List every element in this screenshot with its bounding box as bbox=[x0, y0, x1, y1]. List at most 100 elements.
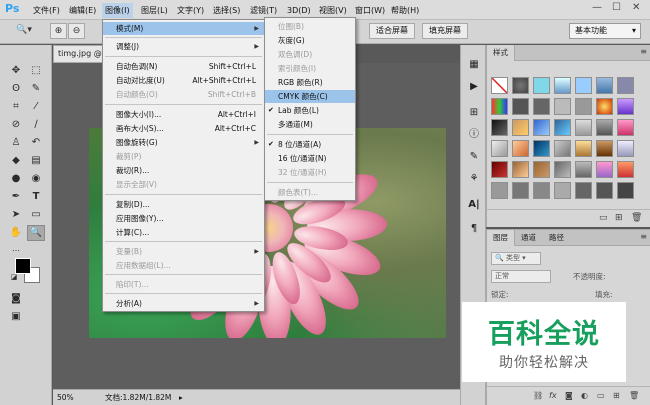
style-swatch[interactable] bbox=[512, 119, 529, 136]
style-swatch[interactable] bbox=[491, 140, 508, 157]
new-layer-icon[interactable]: ⊞ bbox=[613, 391, 620, 400]
mask-icon[interactable]: ◙ bbox=[565, 391, 573, 400]
style-swatch[interactable] bbox=[596, 119, 613, 136]
delete-icon[interactable]: 🗑 bbox=[629, 391, 639, 400]
history-brush-tool-icon[interactable]: ↶ bbox=[27, 135, 45, 151]
menu-item-apply-image[interactable]: 应用图像(Y)... bbox=[103, 212, 264, 225]
menu-file[interactable]: 文件(F) bbox=[30, 3, 63, 18]
menu-select[interactable]: 选择(S) bbox=[210, 3, 243, 18]
minimize-icon[interactable]: — bbox=[592, 2, 602, 13]
link-icon[interactable]: ⛓ bbox=[533, 391, 543, 400]
crop-tool-icon[interactable]: ⌗ bbox=[7, 99, 25, 115]
dodge-tool-icon[interactable]: ◉ bbox=[27, 171, 45, 187]
style-swatch[interactable] bbox=[575, 161, 592, 178]
brush-tool-icon[interactable]: ∕ bbox=[27, 117, 45, 133]
marquee-tool-icon[interactable]: ⬚ bbox=[27, 63, 45, 79]
new-style-icon[interactable]: ⊞ bbox=[615, 213, 623, 223]
move-tool-icon[interactable]: ✥ bbox=[7, 63, 25, 79]
style-swatch[interactable] bbox=[554, 77, 571, 94]
menu-filter[interactable]: 滤镜(T) bbox=[247, 3, 280, 18]
mode-item-8-bit[interactable]: ✔ 8 位/通道(A) bbox=[265, 138, 355, 151]
mode-item-lab-color[interactable]: ✔ Lab 颜色(L) bbox=[265, 104, 355, 117]
menu-item-auto-tone[interactable]: 自动色调(N) Shift+Ctrl+L bbox=[103, 60, 264, 73]
menu-item-image-size[interactable]: 图像大小(I)... Alt+Ctrl+I bbox=[103, 108, 264, 121]
style-swatch[interactable] bbox=[617, 77, 634, 94]
style-swatch[interactable] bbox=[512, 182, 529, 199]
style-swatch[interactable] bbox=[554, 161, 571, 178]
menu-image[interactable]: 图像(I) bbox=[102, 3, 133, 18]
folder-icon[interactable]: ▭ bbox=[599, 213, 608, 223]
workspace-select[interactable]: 基本功能 ▾ bbox=[569, 23, 641, 39]
fill-screen-button[interactable]: 填充屏幕 bbox=[422, 23, 468, 39]
style-swatch[interactable] bbox=[596, 161, 613, 178]
menu-view[interactable]: 视图(V) bbox=[316, 3, 350, 18]
document-tab[interactable]: timg.jpg @ bbox=[53, 45, 103, 63]
zoom-in-icon[interactable]: ⊕ bbox=[50, 23, 67, 39]
menu-3d[interactable]: 3D(D) bbox=[284, 3, 314, 18]
eraser-tool-icon[interactable]: ◆ bbox=[7, 153, 25, 169]
info-panel-icon[interactable]: ⓘ bbox=[466, 127, 482, 143]
menu-item-auto-contrast[interactable]: 自动对比度(U) Alt+Shift+Ctrl+L bbox=[103, 74, 264, 87]
style-swatch[interactable] bbox=[596, 77, 613, 94]
character-panel-icon[interactable]: A| bbox=[466, 197, 482, 213]
lasso-tool-icon[interactable]: ʘ bbox=[7, 81, 25, 97]
more-tools-icon[interactable]: … bbox=[7, 241, 25, 257]
style-swatch[interactable] bbox=[512, 77, 529, 94]
rectangle-tool-icon[interactable]: ▭ bbox=[27, 207, 45, 223]
mode-item-cmyk-color[interactable]: CMYK 颜色(C) bbox=[265, 90, 355, 103]
zoom-tool-preset-icon[interactable]: 🔍▾ bbox=[12, 23, 36, 39]
style-swatch[interactable] bbox=[575, 77, 592, 94]
style-swatch[interactable] bbox=[533, 98, 550, 115]
close-icon[interactable]: ✕ bbox=[632, 2, 640, 13]
tab-paths[interactable]: 路径 bbox=[543, 230, 570, 246]
hand-tool-icon[interactable]: ✋ bbox=[7, 225, 25, 241]
zoom-out-icon[interactable]: ⊖ bbox=[68, 23, 85, 39]
menu-item-mode[interactable]: 模式(M) ▶ bbox=[103, 22, 264, 35]
mode-item-multichannel[interactable]: 多通道(M) bbox=[265, 118, 355, 131]
layer-filter-select[interactable]: 🔍 类型 ▾ bbox=[491, 252, 541, 265]
eyedropper-tool-icon[interactable]: ⁄ bbox=[27, 99, 45, 115]
style-swatch[interactable] bbox=[491, 119, 508, 136]
style-swatch[interactable] bbox=[575, 98, 592, 115]
style-swatch[interactable] bbox=[554, 140, 571, 157]
menu-window[interactable]: 窗口(W) bbox=[352, 3, 388, 18]
zoom-level[interactable]: 50% bbox=[57, 391, 74, 405]
blur-tool-icon[interactable]: ● bbox=[7, 171, 25, 187]
menu-item-calculations[interactable]: 计算(C)... bbox=[103, 226, 264, 239]
menu-item-adjustments[interactable]: 调整(J) ▶ bbox=[103, 40, 264, 53]
style-swatch[interactable] bbox=[512, 161, 529, 178]
actions-panel-icon[interactable]: ▶ bbox=[466, 79, 482, 95]
menu-item-analysis[interactable]: 分析(A) ▶ bbox=[103, 297, 264, 310]
menu-layer[interactable]: 图层(L) bbox=[138, 3, 171, 18]
panel-menu-icon[interactable]: ≡ bbox=[640, 232, 647, 241]
style-swatch[interactable] bbox=[533, 161, 550, 178]
style-swatch[interactable] bbox=[596, 98, 613, 115]
menu-edit[interactable]: 编辑(E) bbox=[66, 3, 99, 18]
fx-icon[interactable]: fx bbox=[549, 391, 557, 400]
tab-channels[interactable]: 通道 bbox=[515, 230, 542, 246]
style-swatch[interactable] bbox=[596, 182, 613, 199]
style-swatch[interactable] bbox=[617, 161, 634, 178]
adjustment-layer-icon[interactable]: ◐ bbox=[581, 391, 588, 400]
style-swatch[interactable] bbox=[554, 182, 571, 199]
style-swatch[interactable] bbox=[533, 182, 550, 199]
maximize-icon[interactable]: ☐ bbox=[612, 2, 621, 13]
style-swatch[interactable] bbox=[575, 140, 592, 157]
default-colors-icon[interactable]: ◪ bbox=[5, 269, 23, 285]
clone-stamp-tool-icon[interactable]: ♙ bbox=[7, 135, 25, 151]
gradient-tool-icon[interactable]: ▤ bbox=[27, 153, 45, 169]
path-selection-tool-icon[interactable]: ➤ bbox=[7, 207, 25, 223]
style-swatch[interactable] bbox=[617, 140, 634, 157]
style-swatch[interactable] bbox=[491, 77, 508, 94]
style-swatch[interactable] bbox=[533, 119, 550, 136]
menu-item-trim[interactable]: 裁切(R)... bbox=[103, 164, 264, 177]
style-swatch[interactable] bbox=[533, 77, 550, 94]
style-swatch[interactable] bbox=[554, 98, 571, 115]
style-swatch[interactable] bbox=[512, 140, 529, 157]
brush-panel-icon[interactable]: ✎ bbox=[466, 149, 482, 165]
type-tool-icon[interactable]: T bbox=[27, 189, 45, 205]
paragraph-panel-icon[interactable]: ¶ bbox=[466, 221, 482, 237]
style-swatch[interactable] bbox=[575, 182, 592, 199]
fit-screen-button[interactable]: 适合屏幕 bbox=[369, 23, 415, 39]
tab-layers[interactable]: 图层 bbox=[487, 230, 515, 246]
